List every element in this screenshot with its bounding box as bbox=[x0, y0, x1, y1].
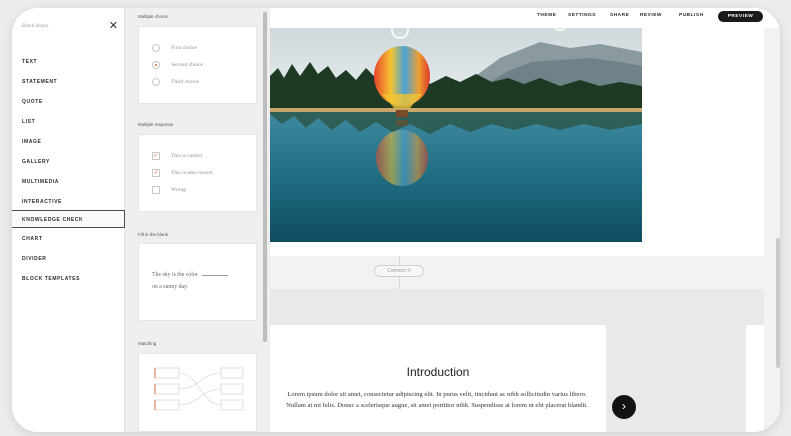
app-frame: Block library ✕ TEXT STATEMENT QUOTE LIS… bbox=[12, 8, 780, 432]
multiple-choice-label: Multiple choice bbox=[138, 14, 168, 19]
library-item-gallery[interactable]: GALLERY bbox=[12, 153, 125, 171]
multiple-choice-template[interactable]: First choice Second choice Third choice bbox=[138, 26, 257, 104]
library-item-image[interactable]: IMAGE bbox=[12, 133, 125, 151]
library-item-multimedia[interactable]: MULTIMEDIA bbox=[12, 173, 125, 191]
checkbox-icon bbox=[152, 186, 160, 194]
radio-icon bbox=[152, 44, 160, 52]
library-item-block-templates[interactable]: BLOCK TEMPLATES bbox=[12, 270, 125, 288]
connect-button[interactable]: Connect ⚲ bbox=[374, 265, 424, 277]
next-slide-peek bbox=[746, 325, 764, 432]
block-library-title: Block library bbox=[22, 24, 49, 29]
next-arrow-button[interactable]: › bbox=[612, 395, 636, 419]
library-item-chart[interactable]: CHART bbox=[12, 230, 125, 248]
intro-slide: Introduction Lorem ipsum dolor sit amet,… bbox=[270, 325, 606, 432]
checkbox-checked-icon: ✓ bbox=[152, 152, 160, 160]
matching-template[interactable] bbox=[138, 353, 257, 432]
nav-theme[interactable]: THEME bbox=[537, 13, 556, 18]
nav-settings[interactable]: SETTINGS bbox=[568, 13, 596, 18]
library-item-statement[interactable]: STATEMENT bbox=[12, 73, 125, 91]
nav-publish[interactable]: PUBLISH bbox=[679, 13, 704, 18]
image-block[interactable] bbox=[270, 28, 764, 256]
canvas-scrollbar[interactable] bbox=[776, 238, 780, 368]
chevron-right-icon: › bbox=[622, 399, 626, 413]
library-item-list[interactable]: LIST bbox=[12, 113, 125, 131]
link-icon: ⚲ bbox=[407, 268, 411, 274]
blank-line bbox=[202, 275, 229, 276]
matching-label: Matching bbox=[138, 341, 157, 346]
fill-in-blank-template[interactable]: The sky is the color on a sunny day. bbox=[138, 243, 257, 321]
multiple-response-label: Multiple response bbox=[138, 122, 174, 127]
matching-diagram bbox=[154, 367, 244, 411]
library-item-divider[interactable]: DIVIDER bbox=[12, 250, 125, 268]
knowledge-check-panel: Multiple choice First choice Second choi… bbox=[125, 8, 270, 432]
fill-in-blank-text-2: on a sunny day. bbox=[152, 284, 189, 290]
library-item-interactive[interactable]: INTERACTIVE bbox=[12, 193, 125, 211]
fill-in-blank-label: Fill in the blank bbox=[138, 232, 169, 237]
radio-selected-icon bbox=[152, 61, 160, 69]
block-library-sidebar: Block library ✕ TEXT STATEMENT QUOTE LIS… bbox=[12, 8, 125, 432]
nav-review[interactable]: REVIEW bbox=[640, 13, 662, 18]
radio-icon bbox=[152, 78, 160, 86]
panel-scrollbar[interactable] bbox=[263, 12, 267, 342]
intro-body: Lorem ipsum dolor sit amet, consectetur … bbox=[286, 391, 588, 409]
library-item-knowledge-check[interactable]: KNOWLEDGE CHECK bbox=[12, 210, 125, 228]
nav-share[interactable]: SHARE bbox=[610, 13, 629, 18]
checkbox-checked-icon: ✓ bbox=[152, 169, 160, 177]
top-nav-bar: THEME SETTINGS SHARE REVIEW PUBLISH PREV… bbox=[270, 8, 780, 28]
intro-title: Introduction bbox=[406, 365, 470, 379]
fill-in-blank-text: The sky is the color bbox=[152, 272, 229, 278]
balloon-lake-image bbox=[270, 28, 642, 242]
block-library-header: Block library ✕ bbox=[22, 21, 118, 34]
close-icon[interactable]: ✕ bbox=[109, 21, 118, 32]
multiple-response-template[interactable]: ✓ This is correct ✓ This is also correct… bbox=[138, 134, 257, 212]
process-block[interactable]: Introduction Lorem ipsum dolor sit amet,… bbox=[270, 289, 764, 432]
library-item-quote[interactable]: QUOTE bbox=[12, 93, 125, 111]
library-item-text[interactable]: TEXT bbox=[12, 53, 125, 71]
preview-button[interactable]: PREVIEW bbox=[718, 11, 763, 22]
